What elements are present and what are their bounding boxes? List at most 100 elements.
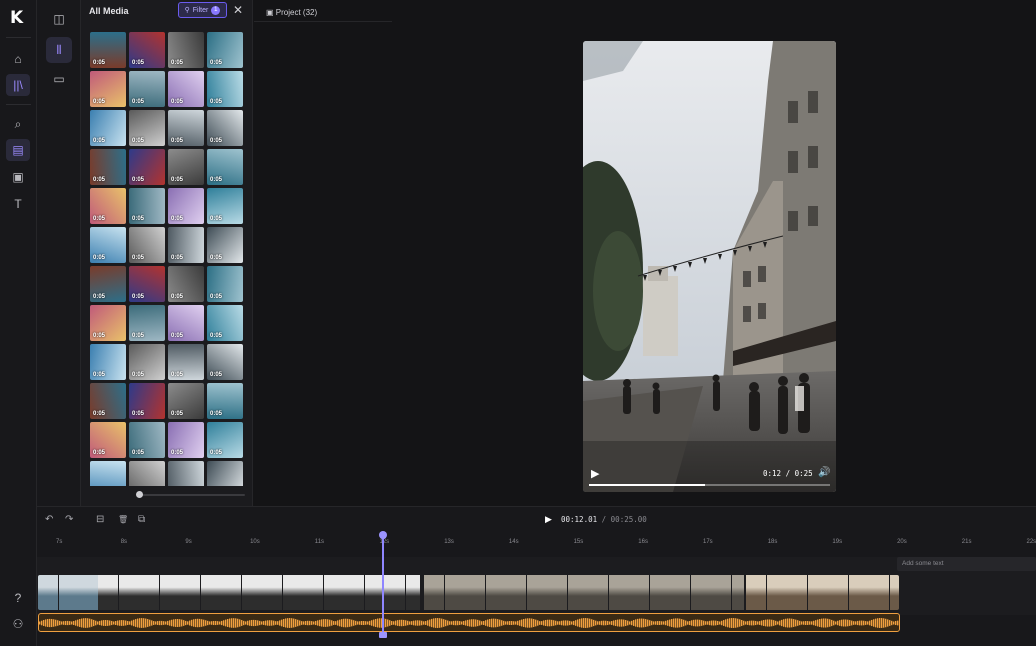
media-thumbnail[interactable]: 0:05	[90, 32, 126, 68]
search-icon[interactable]: ⌕	[6, 113, 30, 135]
waveform-bar	[129, 621, 131, 625]
timeline-play-icon[interactable]: ▶	[545, 514, 552, 525]
media-thumbnail[interactable]: 0:05	[90, 188, 126, 224]
media-thumbnail[interactable]: 0:05	[207, 227, 243, 263]
media-thumbnail[interactable]: 0:05	[168, 266, 204, 302]
media-thumbnail[interactable]: 0:05	[207, 383, 243, 419]
media-thumbnail[interactable]: 0:05	[90, 71, 126, 107]
waveform-bar	[621, 619, 623, 627]
media-thumbnail[interactable]: 0:05	[207, 149, 243, 185]
media-thumbnail[interactable]: 0:05	[207, 32, 243, 68]
media-thumbnail[interactable]: 0:05	[168, 344, 204, 380]
media-thumbnail[interactable]: 0:05	[207, 188, 243, 224]
media-thumbnail[interactable]: 0:05	[129, 110, 165, 146]
media-thumbnail[interactable]: 0:05	[129, 32, 165, 68]
user-icon[interactable]: ⚇	[6, 613, 30, 635]
media-thumbnail[interactable]: 0:05	[90, 461, 126, 486]
home-icon[interactable]: ⌂	[6, 48, 30, 70]
undo-icon[interactable]: ↶	[45, 514, 53, 525]
waveform-bar	[567, 620, 569, 626]
waveform-bar	[587, 618, 589, 628]
media-thumbnail[interactable]: 0:05	[129, 266, 165, 302]
media-thumbnail[interactable]: 0:05	[168, 110, 204, 146]
waveform-bar	[211, 621, 213, 625]
media-thumbnail[interactable]: 0:05	[129, 71, 165, 107]
media-thumbnail[interactable]: 0:05	[90, 149, 126, 185]
media-thumbnail[interactable]: 0:05	[90, 110, 126, 146]
thumbnail-duration: 0:05	[210, 450, 223, 456]
film-icon[interactable]: ▣	[6, 166, 30, 188]
media-thumbnail[interactable]: 0:05	[207, 305, 243, 341]
media-thumbnail[interactable]: 0:05	[129, 383, 165, 419]
sidebar-icon[interactable]: ◫	[46, 6, 72, 32]
media-thumbnail[interactable]: 0:05	[168, 461, 204, 486]
waveform-bar	[877, 618, 879, 628]
playhead-handle[interactable]	[379, 531, 387, 539]
media-thumbnail[interactable]: 0:05	[207, 71, 243, 107]
waveform-bar	[49, 618, 51, 628]
media-thumbnail[interactable]: 0:05	[129, 461, 165, 486]
filter-button[interactable]: ⚲ Filter 1	[178, 2, 227, 18]
media-thumbnail[interactable]: 0:05	[129, 227, 165, 263]
text-track[interactable]: Add some text	[897, 557, 1036, 571]
media-thumbnail[interactable]: 0:05	[168, 32, 204, 68]
duplicate-icon[interactable]: ⧉	[138, 514, 145, 525]
media-thumbnail[interactable]: 0:05	[129, 305, 165, 341]
media-thumbnail[interactable]: 0:05	[168, 227, 204, 263]
media-thumbnail[interactable]: 0:05	[129, 344, 165, 380]
media-thumbnail[interactable]: 0:05	[168, 188, 204, 224]
media-thumbnail[interactable]: 0:05	[168, 149, 204, 185]
media-thumbnail[interactable]: 0:05	[90, 383, 126, 419]
redo-icon[interactable]: ↷	[65, 514, 73, 525]
help-icon[interactable]: ?	[6, 587, 30, 609]
media-thumbnail[interactable]: 0:05	[207, 461, 243, 486]
thumbnail-duration: 0:05	[93, 60, 106, 66]
project-tab[interactable]: ▣ Project (32)	[266, 8, 317, 17]
media-thumbnail[interactable]: 0:05	[90, 305, 126, 341]
play-icon[interactable]: ▶	[591, 467, 599, 480]
waveform-bar	[599, 621, 601, 625]
audio-track[interactable]	[38, 613, 900, 632]
zoom-slider-track[interactable]	[137, 494, 245, 496]
player-progress-bar[interactable]	[589, 484, 830, 486]
waveform-bar	[289, 618, 291, 628]
volume-icon[interactable]: 🔊	[818, 467, 830, 478]
media-thumbnail[interactable]: 0:05	[129, 188, 165, 224]
waveform-bar	[273, 620, 275, 626]
folder-icon[interactable]: ▭	[46, 66, 72, 92]
media-thumbnail[interactable]: 0:05	[168, 383, 204, 419]
media-thumbnail[interactable]: 0:05	[168, 305, 204, 341]
media-thumbnail[interactable]: 0:05	[129, 149, 165, 185]
waveform-bar	[547, 619, 549, 627]
waveform-bar	[829, 619, 831, 627]
playhead[interactable]	[382, 533, 384, 637]
video-track[interactable]	[38, 575, 899, 610]
text-icon[interactable]: T	[6, 193, 30, 215]
media-thumbnail[interactable]: 0:05	[90, 344, 126, 380]
media-thumbnail[interactable]: 0:05	[207, 344, 243, 380]
media-thumbnail[interactable]: 0:05	[207, 110, 243, 146]
waveform-bar	[437, 618, 439, 628]
zoom-slider-handle[interactable]	[136, 491, 143, 498]
video-preview[interactable]: ▶ 0:12 / 0:25 🔊	[583, 41, 836, 492]
media-thumbnail[interactable]: 0:05	[207, 422, 243, 458]
media-thumbnail[interactable]: 0:05	[90, 227, 126, 263]
ruler-tick: 8s	[120, 539, 128, 545]
media-bars-icon[interactable]: ⦀	[46, 37, 72, 63]
timeline-ruler[interactable]: 7s 8s 9s 10s 11s 12s 13s 14s 15s 16s 17s 18s 19s 20s 2…	[37, 535, 1036, 555]
media-thumbnail[interactable]: 0:05	[90, 422, 126, 458]
waveform-bar	[63, 621, 65, 625]
media-thumbnail[interactable]: 0:05	[90, 266, 126, 302]
media-thumbnail[interactable]: 0:05	[129, 422, 165, 458]
clapper-icon[interactable]: ▤	[6, 139, 30, 161]
delete-icon[interactable]: 🗑	[118, 515, 128, 524]
media-thumbnail[interactable]: 0:05	[168, 71, 204, 107]
media-thumbnail[interactable]: 0:05	[207, 266, 243, 302]
library-icon[interactable]: ||\	[6, 74, 30, 96]
close-icon[interactable]: ✕	[233, 3, 243, 17]
waveform-bar	[57, 620, 59, 626]
split-icon[interactable]: ⊟	[96, 514, 104, 525]
media-thumbnail[interactable]: 0:05	[168, 422, 204, 458]
waveform-bar	[411, 621, 413, 625]
ruler-tick: 15s	[573, 539, 584, 545]
